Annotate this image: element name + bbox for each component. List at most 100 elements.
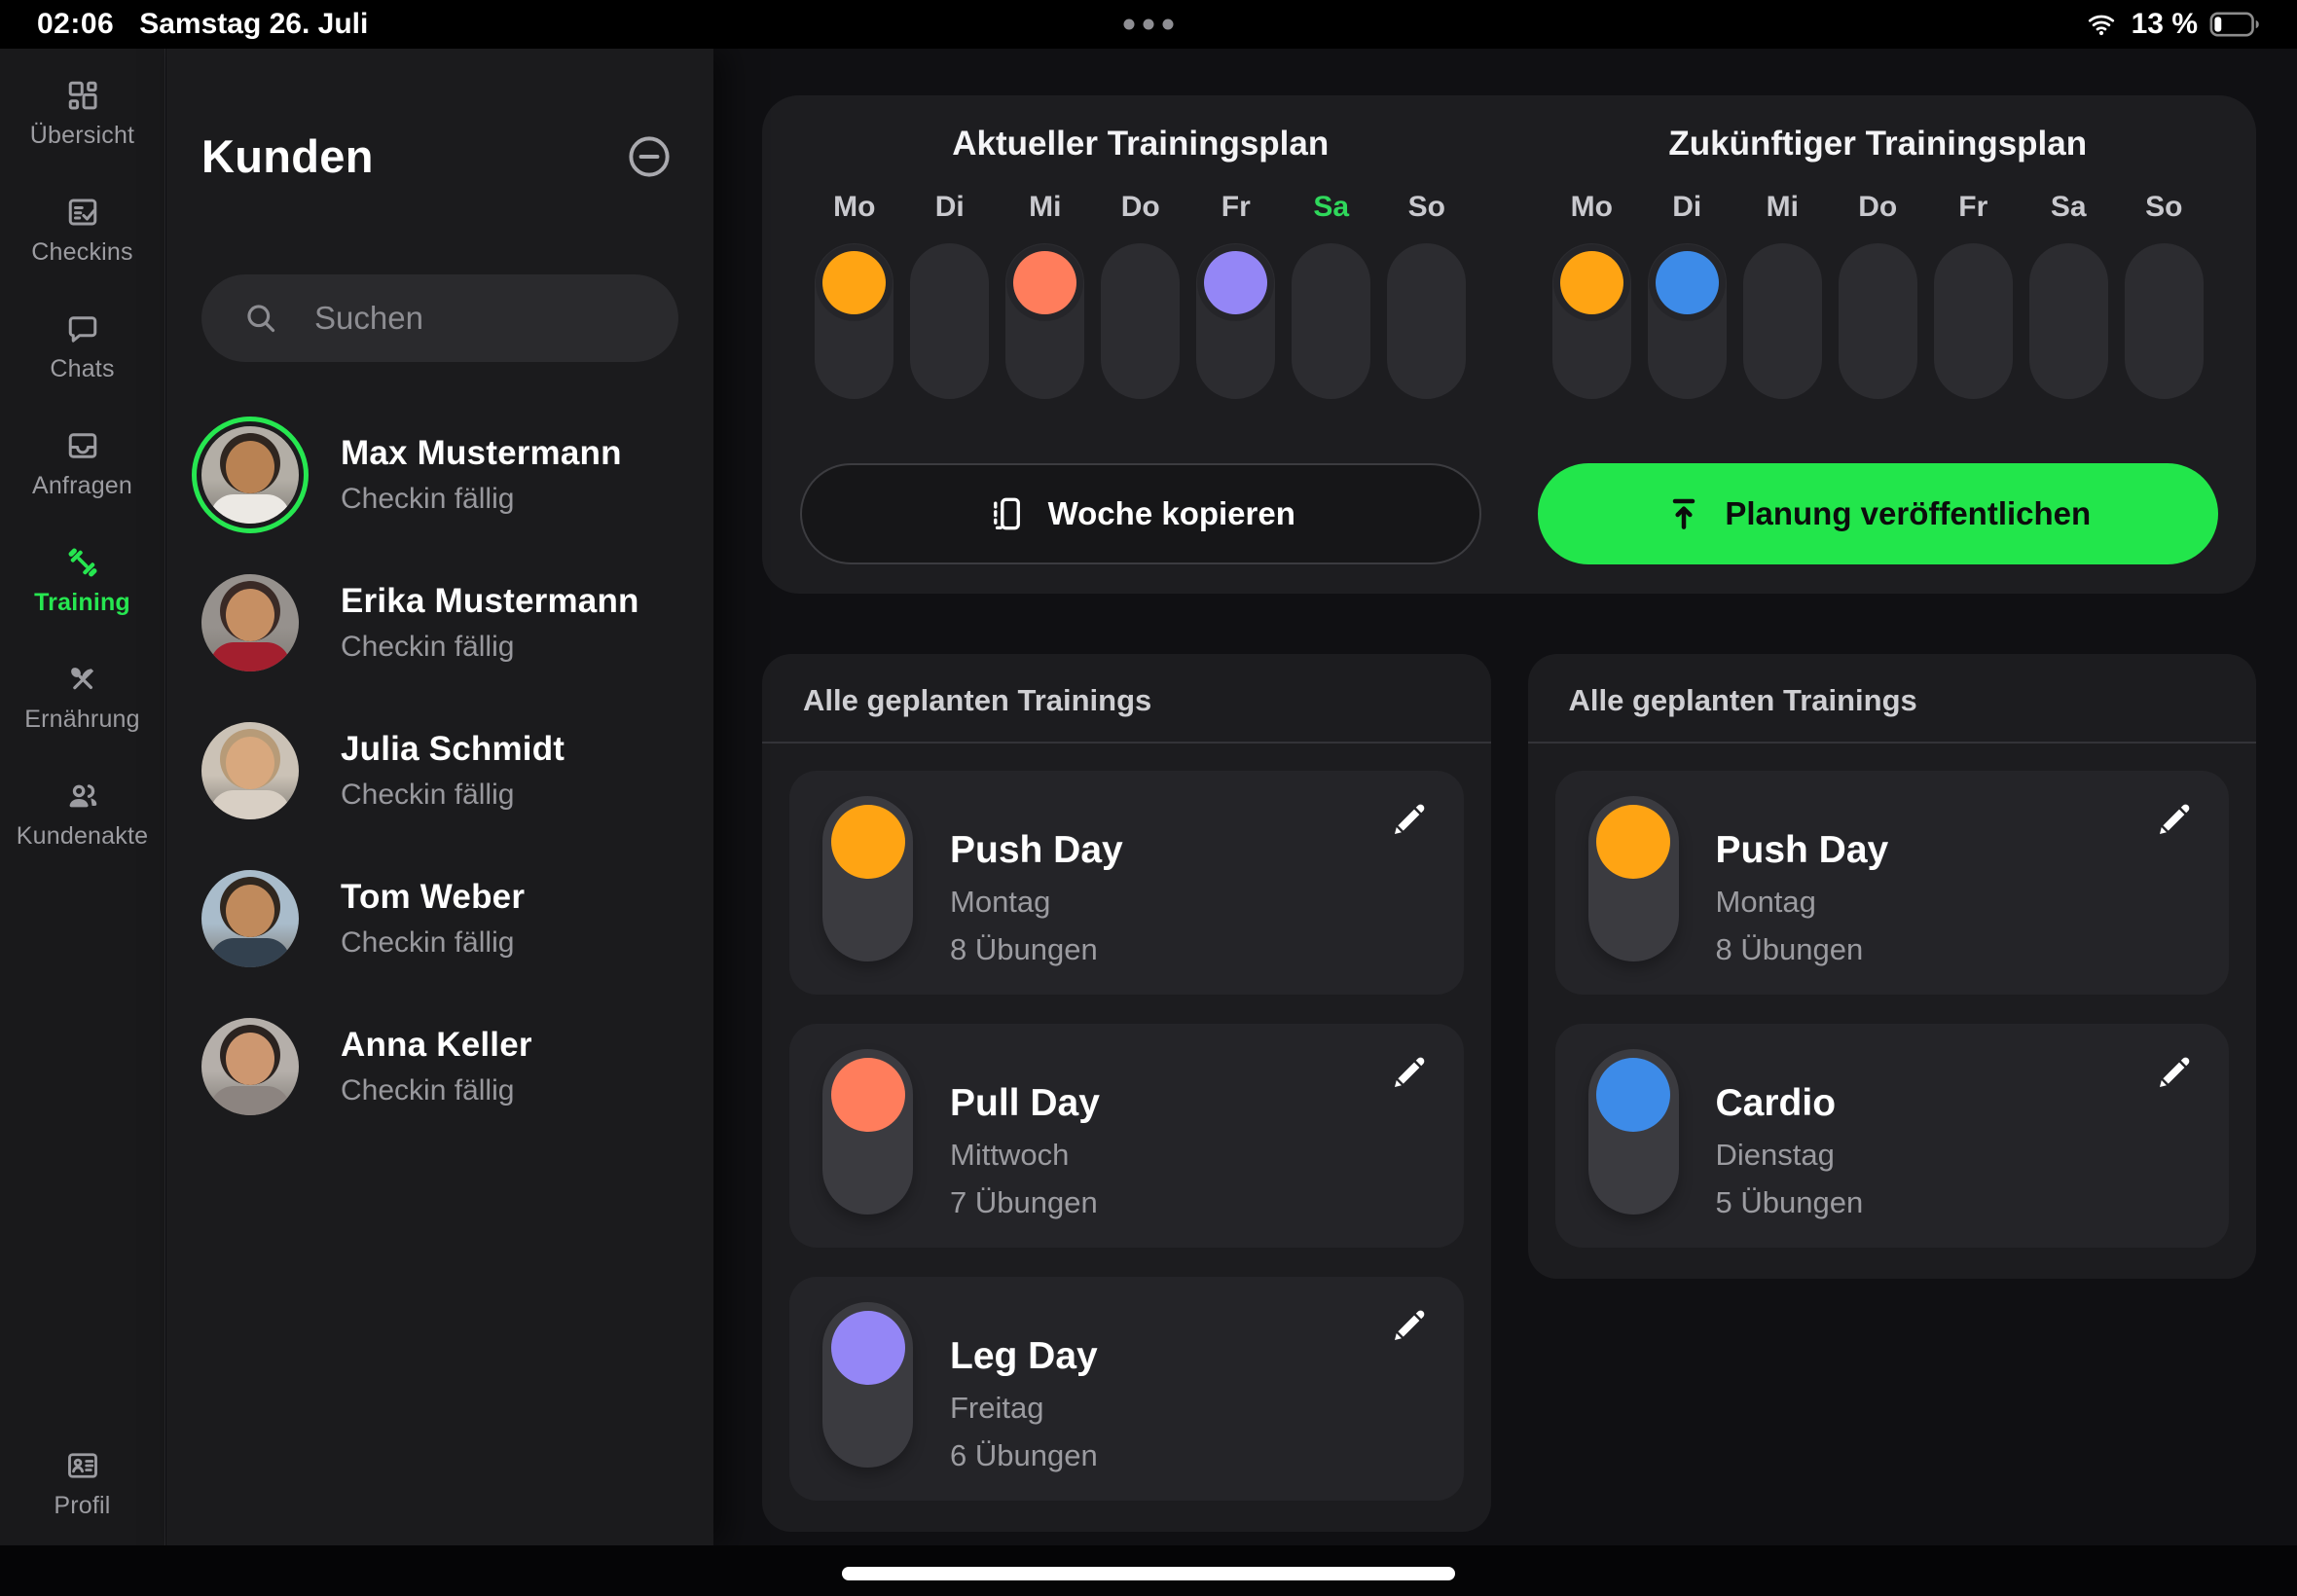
client-row[interactable]: Max MustermannCheckin fällig (201, 426, 678, 524)
edit-training-button[interactable] (1386, 1049, 1433, 1096)
training-color-dot (831, 1058, 905, 1132)
edit-training-button[interactable] (1386, 796, 1433, 843)
day-slot[interactable] (1934, 243, 2013, 399)
training-item[interactable]: Leg DayFreitag6 Übungen (789, 1277, 1464, 1501)
collapse-panel-button[interactable] (624, 131, 675, 182)
sidebar-item-label: Ernährung (24, 706, 140, 734)
training-dot[interactable] (1656, 251, 1719, 314)
day-slot[interactable] (1196, 243, 1275, 399)
edit-training-button[interactable] (2151, 1049, 2198, 1096)
current-plan-section: Aktueller Trainingsplan MoDiMiDoFrSaSo W… (772, 121, 1510, 594)
sidebar-item-training[interactable]: Training (0, 545, 164, 617)
training-dot[interactable] (1013, 251, 1076, 314)
avatar-photo (226, 885, 274, 937)
avatar (201, 574, 299, 671)
clients-panel-title: Kunden (201, 129, 374, 183)
day-label: Fr (1958, 191, 1987, 230)
client-row[interactable]: Erika MustermannCheckin fällig (201, 574, 678, 671)
trainings-list: Push DayMontag8 Übungen Pull DayMittwoch7… (762, 744, 1491, 1532)
training-item[interactable]: Push DayMontag8 Übungen (789, 771, 1464, 995)
avatar-photo (226, 1033, 274, 1085)
sidebar-item-übersicht[interactable]: Übersicht (0, 78, 164, 150)
day-slot[interactable] (2125, 243, 2204, 399)
search-field[interactable] (201, 274, 678, 362)
app-screen: 02:06 Samstag 26. Juli 13 % Übersicht Che… (0, 0, 2297, 1596)
sidebar-item-kundenakte[interactable]: Kundenakte (0, 779, 164, 851)
training-item[interactable]: Push DayMontag8 Übungen (1555, 771, 2230, 995)
client-status: Checkin fällig (341, 1074, 532, 1107)
multitask-dot (1144, 19, 1154, 30)
sidebar-item-label: Chats (50, 355, 114, 383)
day-column-do: Do (1839, 191, 1917, 399)
training-toggle[interactable] (822, 796, 913, 961)
training-day: Montag (1716, 885, 1889, 920)
training-toggle[interactable] (1588, 1049, 1679, 1215)
future-plan-days: MoDiMiDoFrSaSo (1552, 191, 2204, 399)
avatar-photo (210, 938, 290, 967)
day-slot[interactable] (1101, 243, 1180, 399)
training-color-dot (831, 1311, 905, 1385)
home-indicator[interactable] (842, 1567, 1455, 1580)
training-toggle[interactable] (822, 1302, 913, 1468)
client-row[interactable]: Julia Schmidt Checkin fällig (201, 722, 678, 819)
weekly-planner-card: Aktueller Trainingsplan MoDiMiDoFrSaSo W… (762, 95, 2256, 594)
day-slot[interactable] (1005, 243, 1084, 399)
day-slot[interactable] (1839, 243, 1917, 399)
upload-icon (1664, 494, 1703, 533)
copy-week-button[interactable]: Woche kopieren (800, 463, 1481, 564)
day-slot[interactable] (910, 243, 989, 399)
day-column-do: Do (1101, 191, 1180, 399)
main-content: Aktueller Trainingsplan MoDiMiDoFrSaSo W… (713, 49, 2297, 1545)
day-column-mo: Mo (815, 191, 893, 399)
edit-training-button[interactable] (1386, 1302, 1433, 1349)
sidebar-item-chats[interactable]: Chats (0, 311, 164, 383)
day-slot[interactable] (1292, 243, 1370, 399)
sidebar-item-profil[interactable]: Profil (0, 1448, 164, 1520)
training-dot[interactable] (822, 251, 886, 314)
avatar-photo (210, 790, 290, 819)
day-slot[interactable] (1552, 243, 1631, 399)
day-label: Fr (1221, 191, 1251, 230)
client-list: Max MustermannCheckin fälligErika Muster… (201, 426, 678, 1115)
training-color-dot (831, 805, 905, 879)
dashboard-icon (65, 78, 100, 113)
search-input[interactable] (312, 299, 730, 338)
sidebar-item-ernährung[interactable]: Ernährung (0, 662, 164, 734)
status-date: Samstag 26. Juli (139, 8, 368, 41)
edit-training-button[interactable] (2151, 796, 2198, 843)
training-item[interactable]: Pull DayMittwoch7 Übungen (789, 1024, 1464, 1248)
sidebar-item-anfragen[interactable]: Anfragen (0, 428, 164, 500)
publish-plan-button[interactable]: Planung veröffentlichen (1538, 463, 2219, 564)
client-name: Max Mustermann (341, 434, 622, 473)
status-bar: 02:06 Samstag 26. Juli 13 % (0, 0, 2297, 49)
client-name: Julia Schmidt (341, 730, 565, 769)
day-label: Sa (1313, 191, 1349, 230)
avatar-photo (210, 1086, 290, 1115)
day-column-di: Di (1648, 191, 1727, 399)
training-toggle[interactable] (1588, 796, 1679, 961)
client-row[interactable]: Anna Keller Checkin fällig (201, 1018, 678, 1115)
training-name: Cardio (1716, 1082, 1864, 1125)
day-slot[interactable] (2029, 243, 2108, 399)
day-slot[interactable] (1387, 243, 1466, 399)
client-status: Checkin fällig (341, 779, 565, 812)
training-dot[interactable] (1204, 251, 1267, 314)
training-dot[interactable] (1560, 251, 1623, 314)
day-slot[interactable] (815, 243, 893, 399)
training-toggle[interactable] (822, 1049, 913, 1215)
battery-percent: 13 % (2132, 8, 2198, 41)
sidebar-item-checkins[interactable]: Checkins (0, 195, 164, 267)
sidebar-item-label: Übersicht (30, 122, 134, 150)
day-slot[interactable] (1648, 243, 1727, 399)
client-row[interactable]: Tom WeberCheckin fällig (201, 870, 678, 967)
avatar-photo (210, 642, 290, 671)
day-slot[interactable] (1743, 243, 1822, 399)
sidebar-item-label: Anfragen (32, 472, 132, 500)
multitask-indicator[interactable] (1124, 19, 1174, 30)
current-plan-title: Aktueller Trainingsplan (952, 125, 1329, 163)
client-name: Anna Keller (341, 1026, 532, 1065)
training-item[interactable]: CardioDienstag5 Übungen (1555, 1024, 2230, 1248)
day-column-sa: Sa (2029, 191, 2108, 399)
users-icon (65, 779, 100, 814)
day-label: Sa (2051, 191, 2087, 230)
